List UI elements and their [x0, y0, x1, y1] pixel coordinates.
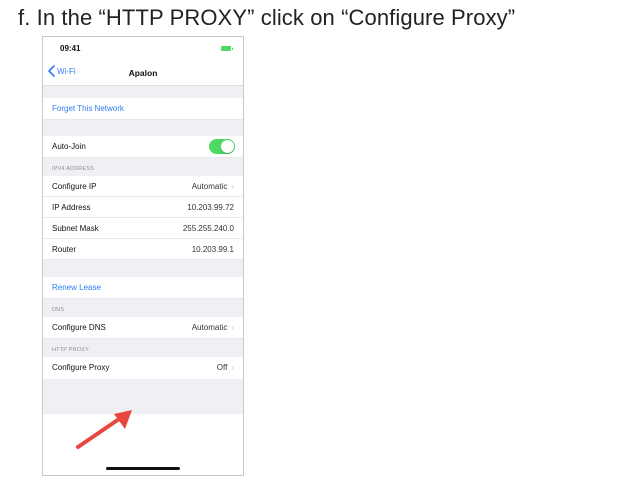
chevron-right-icon: › — [231, 323, 234, 332]
ip-address-value: 10.203.99.72 — [187, 203, 234, 212]
navigation-bar: Wi-Fi Apalon — [43, 59, 243, 86]
auto-join-toggle[interactable] — [209, 139, 235, 154]
dns-section-header: DNS — [43, 299, 243, 317]
router-row: Router 10.203.99.1 — [43, 239, 243, 260]
ipv4-section-header: IPV4 ADDRESS — [43, 158, 243, 176]
renew-lease-button[interactable]: Renew Lease — [43, 277, 243, 299]
toggle-knob — [221, 140, 234, 153]
configure-dns-value: Automatic — [191, 323, 228, 332]
section-spacer — [43, 260, 243, 277]
forget-network-button[interactable]: Forget This Network — [43, 98, 243, 120]
ip-address-label: IP Address — [52, 203, 91, 212]
router-label: Router — [52, 245, 77, 254]
configure-ip-row[interactable]: Configure IP Automatic › — [43, 176, 243, 197]
configure-dns-value-wrap: Automatic › — [192, 323, 234, 332]
http-proxy-section-header: HTTP PROXY — [43, 339, 243, 357]
configure-proxy-value: Off — [216, 363, 228, 372]
battery-icon — [221, 46, 233, 51]
auto-join-label: Auto-Join — [52, 142, 86, 151]
configure-ip-value: Automatic — [191, 182, 228, 191]
ip-address-row: IP Address 10.203.99.72 — [43, 197, 243, 218]
section-spacer — [43, 86, 243, 98]
dns-header-label: DNS — [52, 307, 65, 313]
configure-proxy-value-wrap: Off › — [217, 363, 234, 372]
subnet-mask-value: 255.255.240.0 — [182, 224, 234, 233]
configure-proxy-row[interactable]: Configure Proxy Off › — [43, 357, 243, 379]
configure-dns-row[interactable]: Configure DNS Automatic › — [43, 317, 243, 339]
instruction-text: f. In the “HTTP PROXY” click on “Configu… — [18, 5, 516, 30]
red-arrow-icon — [76, 410, 132, 449]
home-indicator — [106, 467, 180, 470]
renew-lease-label: Renew Lease — [52, 283, 101, 292]
router-value: 10.203.99.1 — [191, 245, 234, 254]
chevron-right-icon: › — [231, 182, 234, 191]
ipv4-header-label: IPV4 ADDRESS — [52, 166, 95, 172]
auto-join-row: Auto-Join — [43, 136, 243, 158]
status-bar: 09:41 — [43, 37, 243, 59]
status-time: 09:41 — [60, 44, 81, 53]
chevron-right-icon: › — [231, 363, 234, 372]
subnet-mask-label: Subnet Mask — [52, 224, 99, 233]
subnet-mask-row: Subnet Mask 255.255.240.0 — [43, 218, 243, 239]
configure-proxy-label: Configure Proxy — [52, 363, 110, 372]
forget-network-label: Forget This Network — [52, 104, 124, 113]
section-spacer — [43, 120, 243, 136]
configure-ip-label: Configure IP — [52, 182, 97, 191]
page-title: Apalon — [128, 68, 158, 78]
configure-ip-value-wrap: Automatic › — [192, 182, 234, 191]
http-proxy-header-label: HTTP PROXY — [52, 347, 90, 353]
configure-dns-label: Configure DNS — [52, 323, 106, 332]
